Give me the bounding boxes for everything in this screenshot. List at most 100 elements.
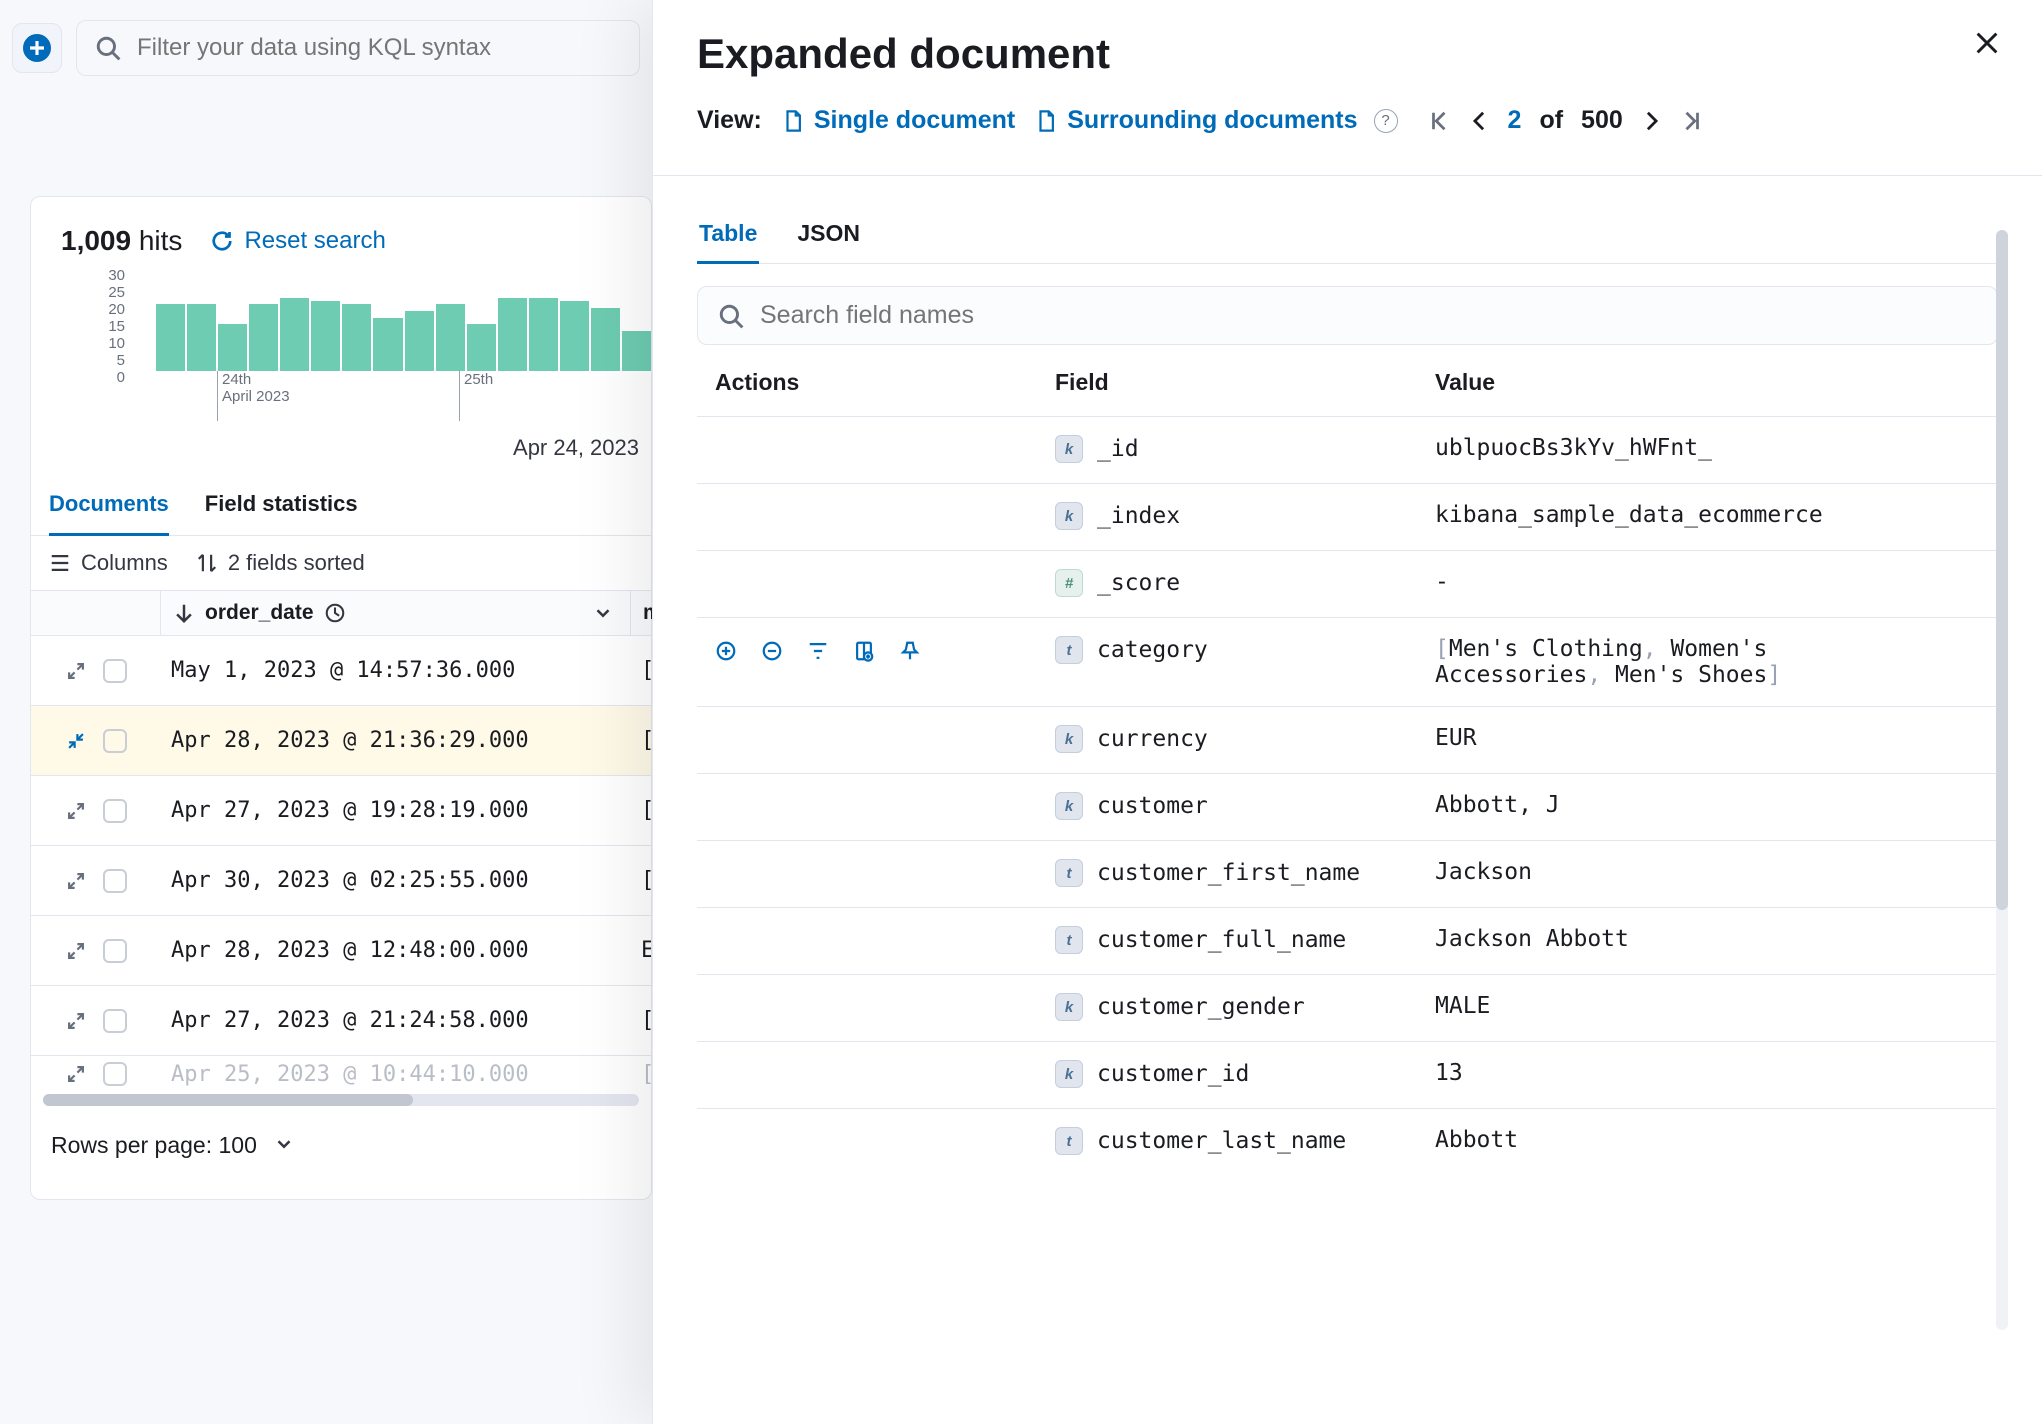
field-row[interactable]: tcustomer_last_nameAbbott (697, 1108, 1998, 1175)
pager-next-icon[interactable] (1641, 110, 1663, 132)
expand-icon[interactable] (65, 800, 87, 822)
table-row[interactable]: Apr 27, 2023 @ 19:28:19.000[Lo (31, 776, 651, 846)
bar[interactable] (218, 324, 247, 371)
field-value: ublpuocBs3kYv_hWFnt_ (1435, 435, 1998, 461)
type-badge: k (1055, 502, 1083, 530)
type-badge: k (1055, 435, 1083, 463)
field-row[interactable]: k_idublpuocBs3kYv_hWFnt_ (697, 416, 1998, 483)
table-row[interactable]: Apr 30, 2023 @ 02:25:55.000[El (31, 846, 651, 916)
bar[interactable] (187, 304, 216, 371)
row-checkbox[interactable] (103, 1009, 127, 1033)
reset-search-link[interactable]: Reset search (210, 227, 385, 255)
cell-date: Apr 30, 2023 @ 02:25:55.000 (161, 868, 631, 893)
tab-documents[interactable]: Documents (49, 479, 169, 536)
th-field: Field (1055, 369, 1435, 396)
field-value: kibana_sample_data_ecommerce (1435, 502, 1998, 528)
field-row[interactable]: kcustomerAbbott, J (697, 773, 1998, 840)
bar[interactable] (498, 298, 527, 371)
surrounding-documents-link[interactable]: Surrounding documents (1035, 106, 1357, 135)
expand-icon[interactable] (65, 660, 87, 682)
field-name: tcustomer_first_name (1055, 859, 1435, 887)
row-checkbox[interactable] (103, 1062, 127, 1086)
doc-flyout: Expanded document View: Single document … (652, 0, 2042, 1424)
bar[interactable] (342, 304, 371, 371)
field-name: kcustomer_gender (1055, 993, 1435, 1021)
pager-last-icon[interactable] (1681, 110, 1703, 132)
histogram-chart[interactable]: 302520151050 24thApril 202325th26th (31, 271, 651, 431)
add-filter-button[interactable] (12, 23, 62, 73)
pager-prev-icon[interactable] (1468, 110, 1490, 132)
columns-icon (49, 552, 71, 574)
tab-field-statistics[interactable]: Field statistics (205, 479, 358, 535)
row-checkbox[interactable] (103, 799, 127, 823)
bar[interactable] (249, 304, 278, 371)
table-row[interactable]: Apr 28, 2023 @ 12:48:00.000Eli (31, 916, 651, 986)
field-search[interactable] (697, 286, 1998, 345)
field-row[interactable]: #_score - (697, 550, 1998, 617)
table-row[interactable]: May 1, 2023 @ 14:57:36.000[Py (31, 636, 651, 706)
type-badge: k (1055, 725, 1083, 753)
collapse-icon[interactable] (65, 730, 87, 752)
toggle-column-icon[interactable] (853, 640, 875, 662)
field-row[interactable]: tcategory[Men's Clothing, Women's Access… (697, 617, 1998, 706)
cell-manufacturer: Eli (631, 938, 651, 963)
columns-button[interactable]: Columns (49, 550, 168, 576)
field-row[interactable]: kcustomer_genderMALE (697, 974, 1998, 1041)
row-checkbox[interactable] (103, 869, 127, 893)
type-badge: t (1055, 926, 1083, 954)
th-order-date[interactable]: order_date (161, 591, 631, 635)
single-document-link[interactable]: Single document (782, 106, 1015, 135)
field-row[interactable]: kcustomer_id13 (697, 1041, 1998, 1108)
field-row[interactable]: tcustomer_first_nameJackson (697, 840, 1998, 907)
sort-button[interactable]: 2 fields sorted (196, 550, 365, 576)
row-checkbox[interactable] (103, 939, 127, 963)
field-row[interactable]: kcurrencyEUR (697, 706, 1998, 773)
bar[interactable] (436, 304, 465, 371)
table-row[interactable]: Apr 27, 2023 @ 21:24:58.000[Lo (31, 986, 651, 1056)
pager-current: 2 (1508, 106, 1522, 135)
th-controls (31, 591, 161, 635)
table-row[interactable]: Apr 28, 2023 @ 21:36:29.000[Lo (31, 706, 651, 776)
expand-icon[interactable] (65, 1010, 87, 1032)
field-name: tcustomer_full_name (1055, 926, 1435, 954)
close-icon (1972, 28, 2002, 58)
table-row[interactable]: Apr 25, 2023 @ 10:44:10.000[Ti (31, 1056, 651, 1092)
row-checkbox[interactable] (103, 659, 127, 683)
field-row[interactable]: tcustomer_full_nameJackson Abbott (697, 907, 1998, 974)
cell-date: Apr 28, 2023 @ 12:48:00.000 (161, 938, 631, 963)
bar[interactable] (622, 331, 651, 371)
kql-search[interactable] (76, 20, 640, 76)
help-icon[interactable]: ? (1374, 109, 1398, 133)
rows-per-page-button[interactable]: Rows per page: 100 (31, 1106, 651, 1199)
pager-first-icon[interactable] (1428, 110, 1450, 132)
filter-for-icon[interactable] (715, 640, 737, 662)
field-row[interactable]: k_indexkibana_sample_data_ecommerce (697, 483, 1998, 550)
expand-icon[interactable] (65, 940, 87, 962)
bar[interactable] (529, 298, 558, 371)
chevron-down-icon (273, 1133, 295, 1155)
th-actions: Actions (715, 369, 1055, 396)
pin-icon[interactable] (899, 640, 921, 662)
bar[interactable] (560, 301, 589, 371)
bar[interactable] (280, 298, 309, 371)
vertical-scrollbar[interactable] (1996, 230, 2008, 1330)
bar[interactable] (467, 324, 496, 371)
expand-icon[interactable] (65, 870, 87, 892)
filter-out-icon[interactable] (761, 640, 783, 662)
filter-icon[interactable] (807, 640, 829, 662)
bar[interactable] (373, 318, 402, 371)
horizontal-scrollbar[interactable] (43, 1094, 639, 1106)
expand-icon[interactable] (65, 1063, 87, 1085)
tab-table[interactable]: Table (697, 216, 759, 264)
bar[interactable] (591, 308, 620, 371)
bar[interactable] (311, 301, 340, 371)
tab-json[interactable]: JSON (795, 216, 862, 263)
close-button[interactable] (1972, 28, 2002, 64)
document-icon (782, 110, 804, 132)
bar[interactable] (405, 311, 434, 371)
field-value: Jackson (1435, 859, 1998, 885)
bar[interactable] (156, 304, 185, 371)
row-checkbox[interactable] (103, 729, 127, 753)
field-search-input[interactable] (760, 301, 1977, 330)
kql-input[interactable] (137, 34, 621, 62)
